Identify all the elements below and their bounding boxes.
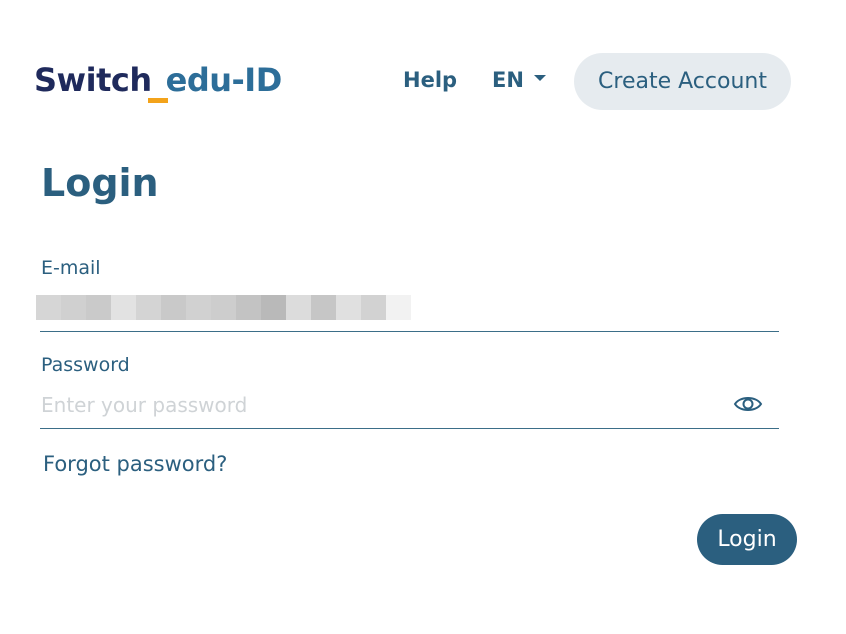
logo-switch-text: Switch: [34, 61, 152, 99]
create-account-button[interactable]: Create Account: [574, 53, 791, 110]
logo-edu-id-text: edu-ID: [165, 61, 283, 99]
logo-underline-mark: [148, 98, 168, 103]
caret-down-icon: [533, 75, 546, 81]
login-button[interactable]: Login: [697, 514, 797, 565]
switch-edu-id-logo[interactable]: Switch edu-ID: [34, 58, 282, 108]
password-label: Password: [41, 354, 130, 376]
forgot-password-link[interactable]: Forgot password?: [43, 450, 227, 478]
top-header: Switch edu-ID Help EN Create Account: [0, 0, 846, 120]
eye-icon[interactable]: [733, 392, 763, 416]
page-title: Login: [41, 161, 159, 205]
password-input[interactable]: [41, 389, 721, 421]
email-field-underline: [40, 331, 779, 332]
password-field-underline: [40, 428, 779, 429]
language-selected-label: EN: [492, 68, 524, 92]
help-link[interactable]: Help: [403, 66, 457, 94]
language-selector[interactable]: EN: [492, 66, 546, 94]
email-field[interactable]: [36, 295, 411, 320]
email-label: E-mail: [41, 257, 101, 279]
